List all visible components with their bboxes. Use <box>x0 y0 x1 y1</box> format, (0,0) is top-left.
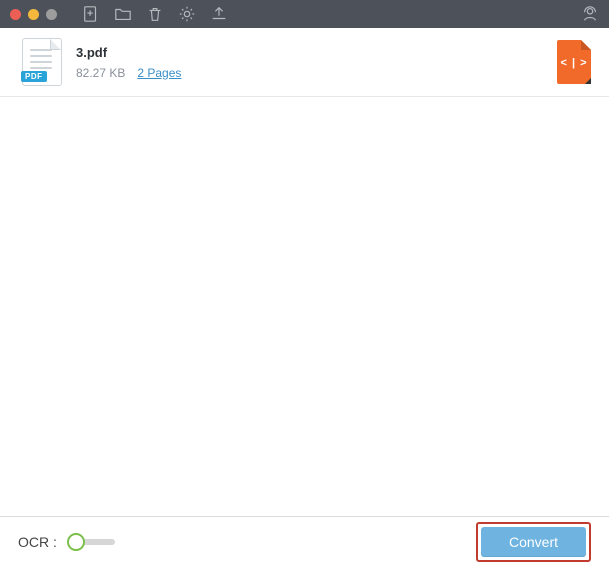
pdf-badge: PDF <box>21 71 47 82</box>
minimize-window-icon[interactable] <box>28 9 39 20</box>
close-window-icon[interactable] <box>10 9 21 20</box>
gear-icon[interactable] <box>178 5 196 23</box>
pdf-file-icon: PDF <box>22 38 62 86</box>
main-area <box>0 97 609 516</box>
window-controls <box>10 9 57 20</box>
titlebar <box>0 0 609 28</box>
toggle-knob <box>67 533 85 551</box>
user-support-icon[interactable] <box>581 5 599 23</box>
output-format[interactable]: < | > <box>557 40 591 84</box>
file-meta: 3.pdf 82.27 KB 2 Pages <box>76 45 543 80</box>
folder-icon[interactable] <box>114 5 132 23</box>
file-size: 82.27 KB <box>76 66 125 80</box>
upload-icon[interactable] <box>210 5 228 23</box>
toolbar-icons <box>82 5 228 23</box>
file-list: PDF 3.pdf 82.27 KB 2 Pages < | > <box>0 28 609 97</box>
ocr-toggle[interactable] <box>67 533 115 551</box>
dropdown-caret-icon <box>585 78 591 84</box>
convert-button[interactable]: Convert <box>481 527 586 557</box>
file-name: 3.pdf <box>76 45 543 60</box>
footer: OCR : Convert <box>0 516 609 566</box>
file-pages-link[interactable]: 2 Pages <box>137 66 181 80</box>
convert-highlight: Convert <box>476 522 591 562</box>
trash-icon[interactable] <box>146 5 164 23</box>
file-row[interactable]: PDF 3.pdf 82.27 KB 2 Pages < | > <box>0 28 609 97</box>
output-format-glyph: < | > <box>560 57 587 69</box>
ocr-label: OCR : <box>18 534 57 550</box>
maximize-window-icon[interactable] <box>46 9 57 20</box>
add-document-icon[interactable] <box>82 5 100 23</box>
